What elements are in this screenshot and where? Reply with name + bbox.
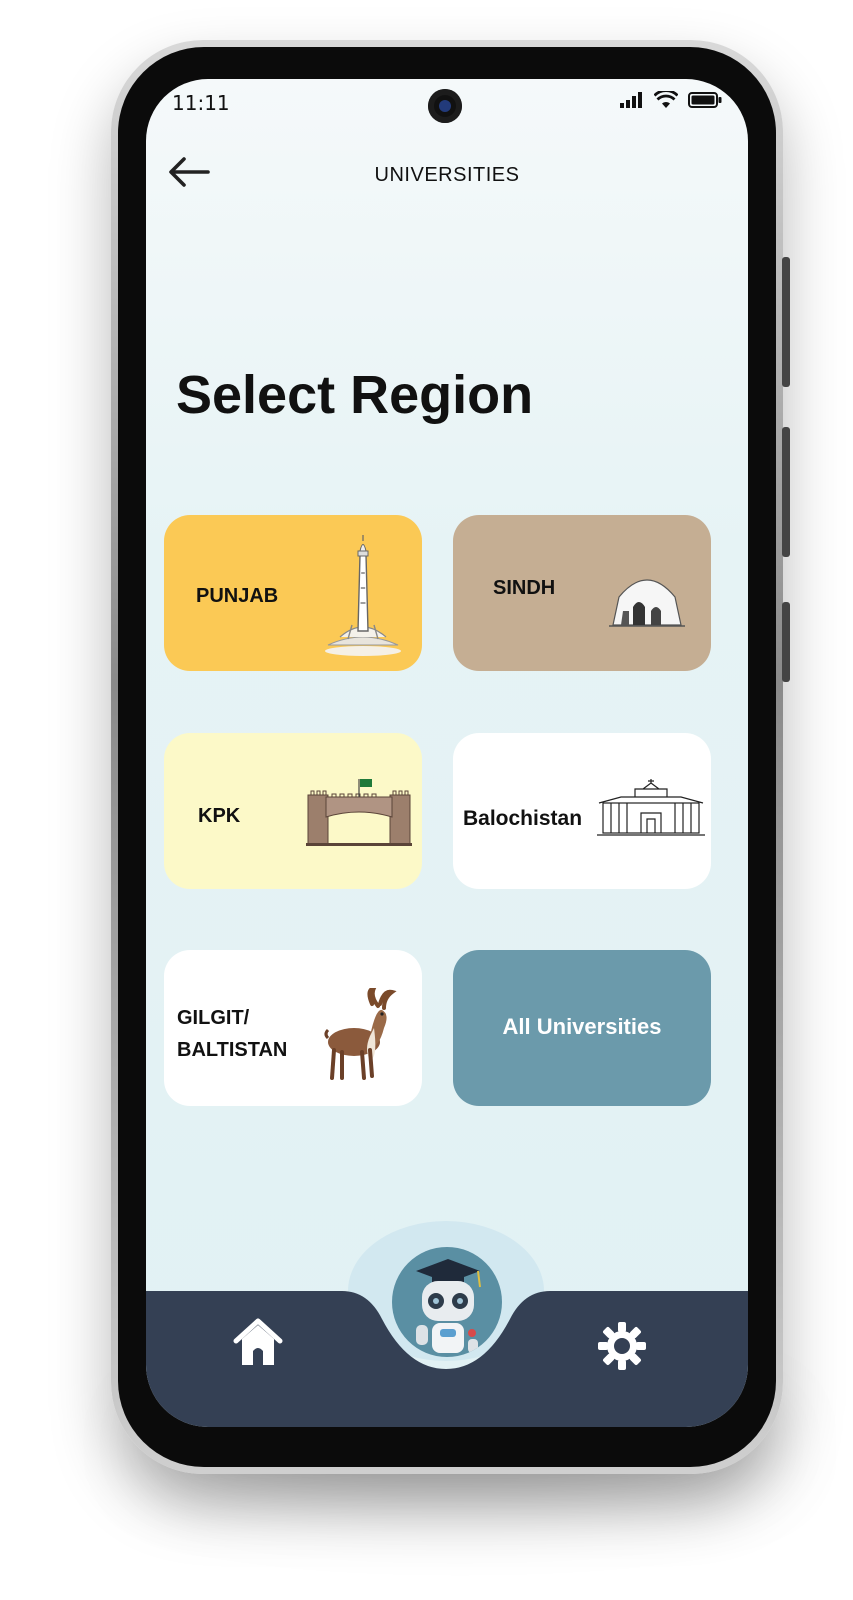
region-label-sindh: SINDH — [493, 577, 556, 599]
phone-screen: 11:11 UNIVERSITIES Select Region PUNJAB — [146, 79, 748, 1427]
region-label-punjab: PUNJAB — [196, 585, 279, 607]
region-label-line-1: GILGIT/ — [177, 1007, 250, 1029]
markhor-icon — [324, 988, 397, 1080]
region-card-balochistan[interactable]: Balochistan — [453, 733, 711, 889]
robot-graduate-icon — [416, 1259, 481, 1353]
all-universities-button[interactable]: All Universities — [453, 950, 711, 1106]
volume-up-button — [782, 257, 790, 387]
region-label-line-2: BALTISTAN — [177, 1039, 288, 1061]
mazar-e-quaid-icon — [609, 579, 685, 627]
minar-e-pakistan-icon — [325, 535, 401, 656]
region-card-punjab[interactable]: PUNJAB — [164, 515, 422, 671]
region-card-gilgit-baltistan[interactable]: GILGIT/ BALTISTAN — [164, 950, 422, 1106]
volume-down-button — [782, 427, 790, 557]
balochistan-building-icon — [597, 779, 705, 836]
region-label-gilgit-baltistan: GILGIT/ BALTISTAN — [177, 1002, 287, 1066]
home-icon — [233, 1318, 283, 1365]
status-time: 11:11 — [172, 91, 230, 115]
signal-icon — [620, 92, 642, 108]
region-label-balochistan: Balochistan — [463, 807, 583, 830]
gear-icon — [598, 1322, 646, 1370]
all-universities-label: All Universities — [502, 1014, 662, 1039]
assistant-button[interactable] — [392, 1247, 502, 1357]
page-title: Select Region — [176, 365, 534, 425]
wifi-icon — [654, 91, 678, 108]
home-nav-button[interactable] — [232, 1317, 284, 1369]
status-icons — [620, 91, 722, 109]
region-label-kpk: KPK — [198, 805, 241, 827]
front-camera — [428, 89, 462, 123]
power-button — [782, 602, 790, 682]
battery-icon — [688, 92, 722, 108]
settings-nav-button[interactable] — [597, 1321, 647, 1371]
region-card-sindh[interactable]: SINDH — [453, 515, 711, 671]
header-title: UNIVERSITIES — [374, 164, 520, 186]
region-card-kpk[interactable]: KPK — [164, 733, 422, 889]
khyber-pass-gate-icon — [306, 779, 412, 846]
